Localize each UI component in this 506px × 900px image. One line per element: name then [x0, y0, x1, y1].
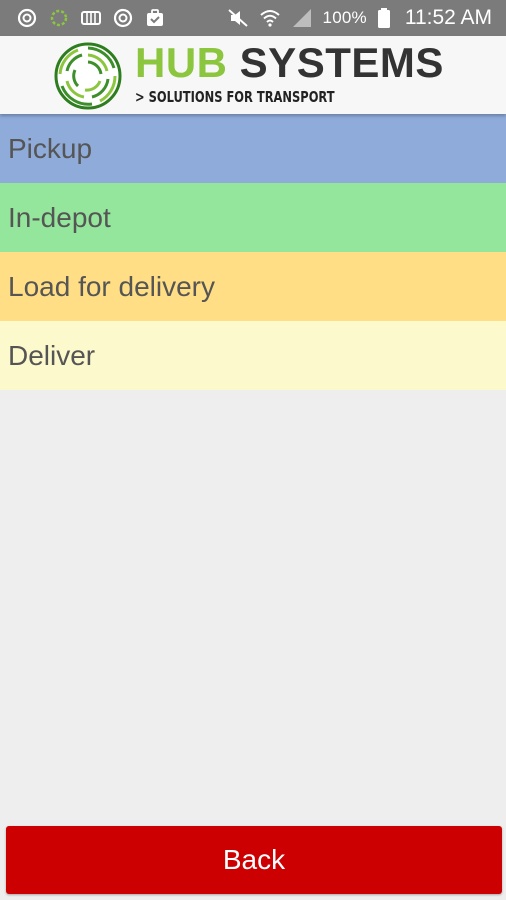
hub-systems-logo-icon	[52, 41, 124, 111]
signal-icon	[291, 7, 313, 29]
back-button[interactable]: Back	[6, 826, 502, 894]
app-header: HUB SYSTEMS > SOLUTIONS FOR TRANSPORT	[0, 36, 506, 114]
menu-item-pickup[interactable]: Pickup	[0, 114, 506, 183]
loading-ring-icon	[48, 7, 70, 29]
clock-time: 11:52 AM	[404, 6, 492, 29]
menu-item-in-depot[interactable]: In-depot	[0, 183, 506, 252]
menu-item-label: Deliver	[8, 339, 96, 371]
wifi-icon	[259, 7, 281, 29]
mute-icon	[227, 7, 249, 29]
status-menu: Pickup In-depot Load for delivery Delive…	[0, 114, 506, 390]
clipboard-icon	[144, 7, 166, 29]
battery-icon	[377, 7, 391, 29]
brand-name: HUB SYSTEMS	[135, 40, 444, 86]
menu-item-deliver[interactable]: Deliver	[0, 321, 506, 390]
back-button-label: Back	[222, 844, 286, 875]
status-bar-notifications	[16, 7, 166, 29]
menu-item-label: Load for delivery	[8, 270, 216, 302]
menu-item-label: In-depot	[8, 201, 111, 233]
sim-card-icon	[80, 7, 102, 29]
sync-icon	[16, 7, 38, 29]
brand-tagline: > SOLUTIONS FOR TRANSPORT	[135, 88, 335, 106]
status-bar: 100% 11:52 AM	[0, 0, 506, 36]
battery-percent: 100%	[322, 8, 367, 27]
brand-word-systems: SYSTEMS	[239, 39, 444, 86]
status-bar-system: 100% 11:52 AM	[227, 6, 492, 30]
menu-item-load-for-delivery[interactable]: Load for delivery	[0, 252, 506, 321]
menu-item-label: Pickup	[8, 132, 93, 164]
brand-word-hub: HUB	[135, 39, 228, 86]
sync-icon	[112, 7, 134, 29]
